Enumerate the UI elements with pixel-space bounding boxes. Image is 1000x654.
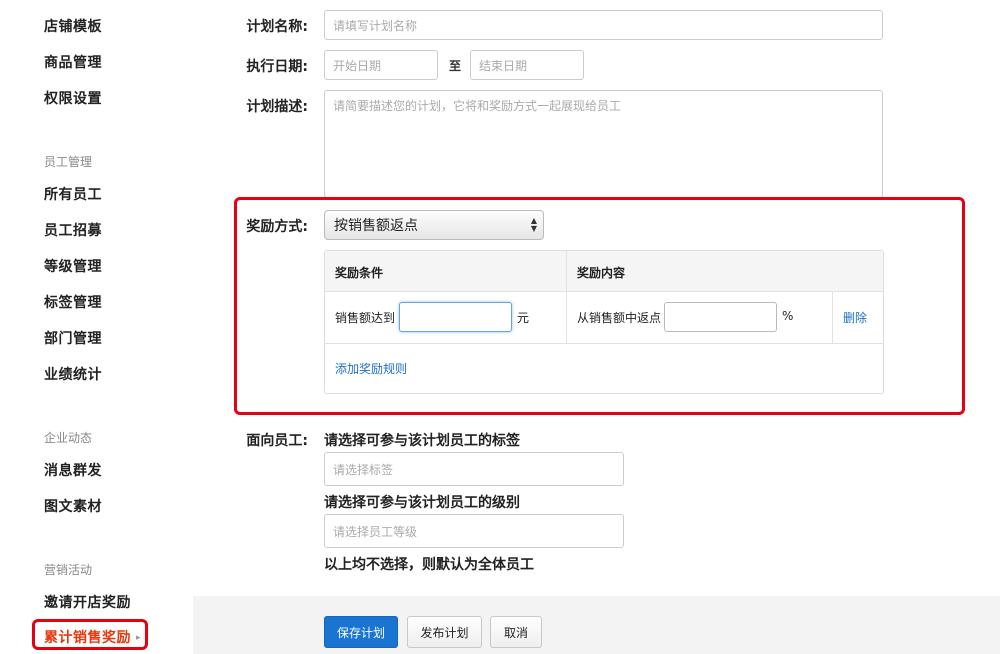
tag-hint: 请选择可参与该计划员工的标签 — [324, 433, 520, 449]
publish-plan-button[interactable]: 发布计划 — [407, 616, 482, 648]
reward-type-label: 奖励方式: — [246, 219, 308, 235]
sidebar-item-sales-reward[interactable]: 累计销售奖励 ▸ — [44, 627, 141, 647]
target-staff-label: 面向员工: — [246, 433, 308, 449]
delete-rule-link[interactable]: 删除 — [843, 309, 867, 326]
tag-select-input[interactable]: 请选择标签 — [324, 452, 624, 486]
content-unit: % — [782, 309, 794, 323]
sidebar-item-recruit[interactable]: 员工招募 — [44, 220, 102, 240]
default-note: 以上均不选择，则默认为全体员工 — [324, 557, 534, 573]
caret-right-icon: ▸ — [136, 633, 142, 643]
col-header-content: 奖励内容 — [577, 266, 626, 280]
cancel-button[interactable]: 取消 — [490, 616, 542, 648]
action-bar: 保存计划 发布计划 取消 — [193, 596, 1000, 654]
content-prefix: 从销售额中返点 — [577, 311, 662, 325]
condition-unit: 元 — [517, 311, 530, 325]
column-divider — [566, 251, 567, 343]
select-arrows-icon: ▲ ▼ — [530, 216, 537, 233]
desc-label: 计划描述: — [246, 99, 308, 115]
sidebar-item-media[interactable]: 图文素材 — [44, 496, 102, 516]
sidebar: 店铺模板 商品管理 权限设置 员工管理 所有员工 员工招募 等级管理 标签管理 … — [0, 0, 193, 654]
sidebar-item-shop-template[interactable]: 店铺模板 — [44, 16, 102, 36]
start-date-input[interactable]: 开始日期 — [324, 50, 438, 80]
sidebar-item-tags[interactable]: 标签管理 — [44, 292, 102, 312]
sales-threshold-input[interactable] — [399, 302, 512, 332]
sidebar-item-all-staff[interactable]: 所有员工 — [44, 184, 102, 204]
sidebar-item-broadcast[interactable]: 消息群发 — [44, 460, 102, 480]
sidebar-item-levels[interactable]: 等级管理 — [44, 256, 102, 276]
sidebar-group-staff: 员工管理 — [44, 155, 93, 169]
plan-desc-textarea[interactable]: 请简要描述您的计划，它将和奖励方式一起展现给员工 — [324, 90, 883, 198]
condition-prefix: 销售额达到 — [335, 311, 396, 325]
add-rule-link[interactable]: 添加奖励规则 — [335, 360, 407, 377]
sidebar-group-marketing: 营销活动 — [44, 563, 93, 577]
save-plan-button[interactable]: 保存计划 — [324, 616, 398, 648]
sidebar-item-label: 累计销售奖励 — [44, 630, 131, 646]
reward-type-select[interactable]: 按销售额返点 ▲ ▼ — [324, 210, 544, 240]
sidebar-item-invite-reward[interactable]: 邀请开店奖励 — [44, 592, 131, 612]
sidebar-item-performance[interactable]: 业绩统计 — [44, 364, 102, 384]
sidebar-item-product-management[interactable]: 商品管理 — [44, 52, 102, 72]
level-select-input[interactable]: 请选择员工等级 — [324, 514, 624, 548]
sidebar-item-permissions[interactable]: 权限设置 — [44, 88, 102, 108]
rebate-percent-input[interactable] — [664, 302, 777, 332]
row-divider — [325, 343, 883, 344]
date-label: 执行日期: — [246, 59, 308, 75]
reward-type-value: 按销售额返点 — [334, 218, 418, 234]
plan-name-label: 计划名称: — [246, 19, 308, 35]
date-separator: 至 — [449, 59, 462, 73]
level-hint: 请选择可参与该计划员工的级别 — [324, 495, 520, 511]
end-date-input[interactable]: 结束日期 — [470, 50, 584, 80]
sidebar-item-departments[interactable]: 部门管理 — [44, 328, 102, 348]
col-header-condition: 奖励条件 — [335, 266, 384, 280]
plan-name-input[interactable]: 请填写计划名称 — [324, 10, 883, 40]
sidebar-group-news: 企业动态 — [44, 431, 93, 445]
reward-rules-table: 奖励条件 奖励内容 销售额达到 元 从销售额中返点 % 删除 添加奖励规则 — [324, 250, 884, 394]
column-divider — [832, 292, 833, 343]
